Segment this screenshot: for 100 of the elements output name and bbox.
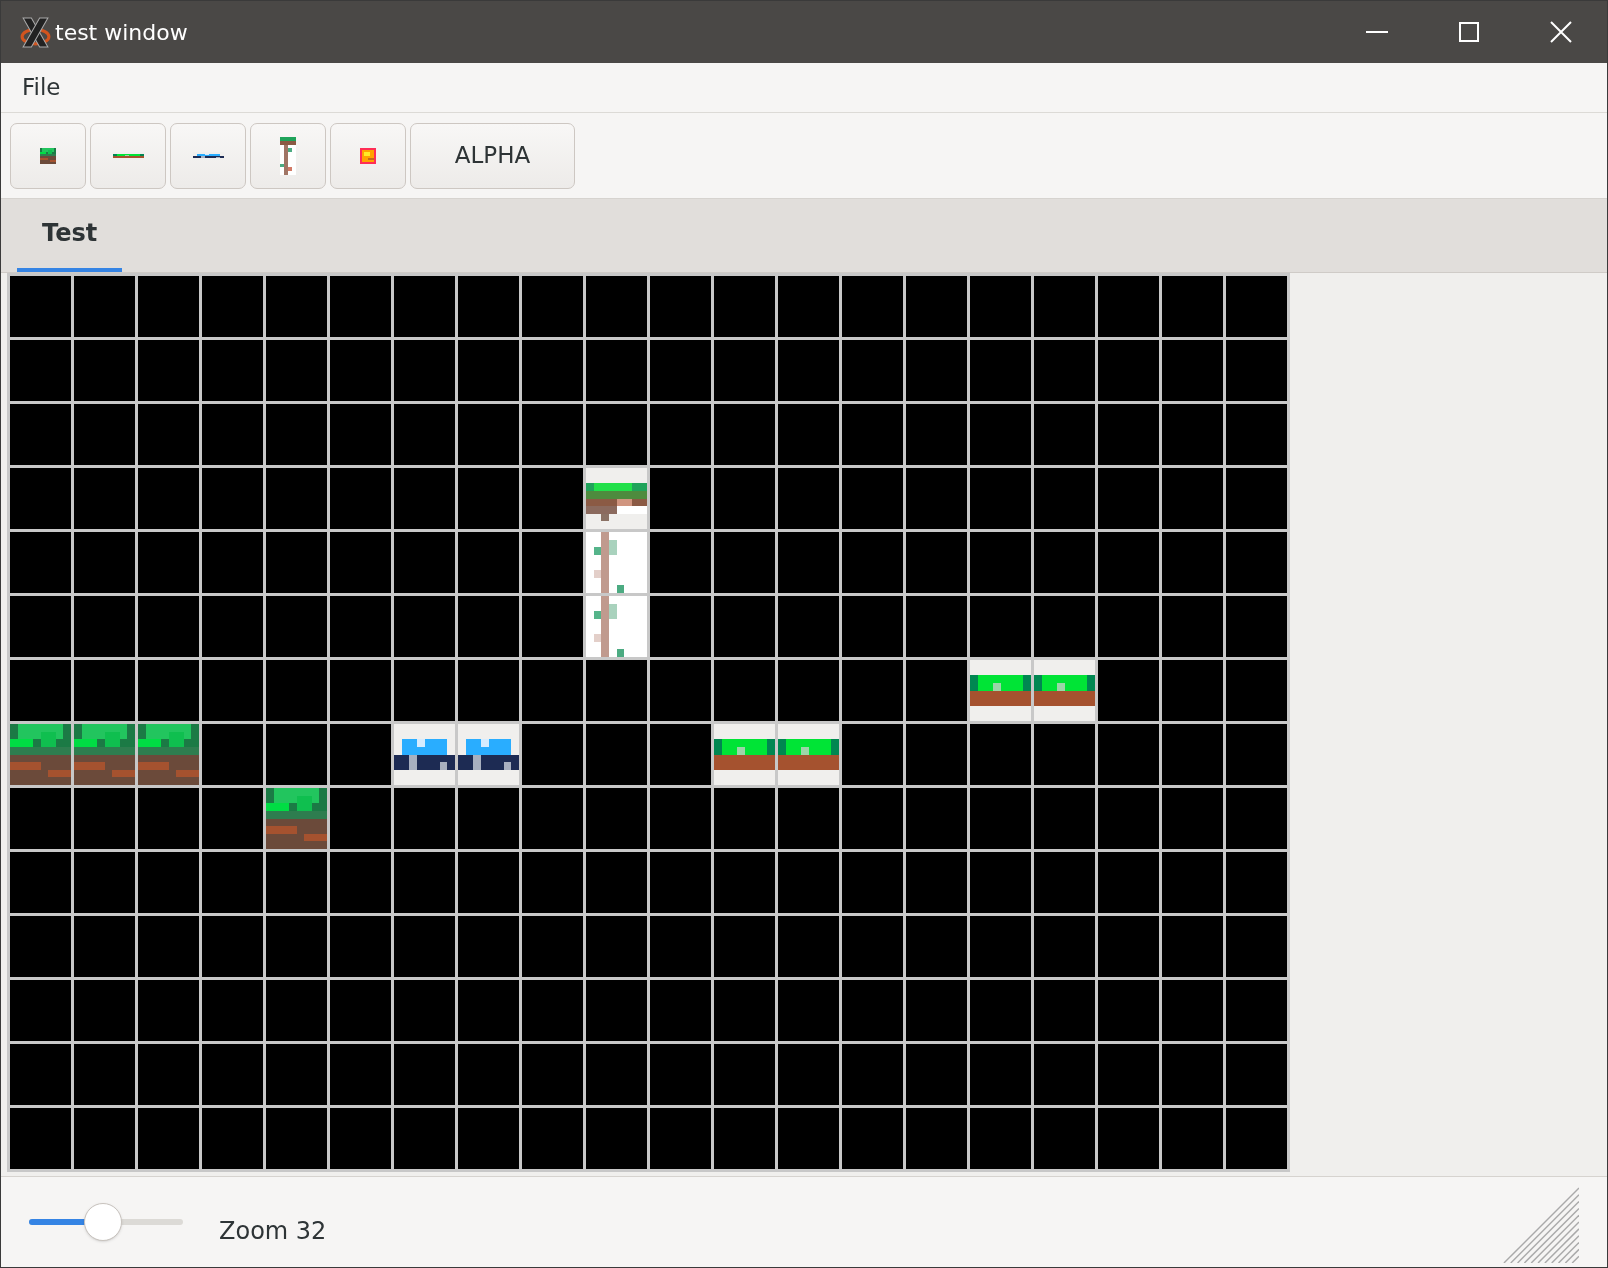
grid-cell[interactable]: [1226, 788, 1287, 849]
grid-cell[interactable]: [970, 1044, 1031, 1105]
grid-cell[interactable]: [394, 276, 455, 337]
grid-cell[interactable]: [1162, 276, 1223, 337]
grid-cell[interactable]: [458, 1108, 519, 1169]
grid-cell[interactable]: [202, 276, 263, 337]
grid-cell[interactable]: [74, 1044, 135, 1105]
grid-cell[interactable]: [394, 468, 455, 529]
grid-cell[interactable]: [586, 724, 647, 785]
grid-cell[interactable]: [394, 916, 455, 977]
grid-cell[interactable]: [714, 596, 775, 657]
grid-cell[interactable]: [74, 468, 135, 529]
grid-cell[interactable]: [74, 660, 135, 721]
grid-cell[interactable]: [650, 1044, 711, 1105]
grid-cell[interactable]: [906, 532, 967, 593]
grid-cell[interactable]: [1034, 532, 1095, 593]
grid-cell[interactable]: [842, 532, 903, 593]
grid-cell[interactable]: [138, 340, 199, 401]
grid-cell[interactable]: [522, 1044, 583, 1105]
grid-cell[interactable]: [1034, 916, 1095, 977]
grid-cell[interactable]: [266, 916, 327, 977]
grid-cell[interactable]: [842, 1108, 903, 1169]
grid-cell[interactable]: [10, 916, 71, 977]
grid-cell[interactable]: [522, 788, 583, 849]
grid-cell[interactable]: [138, 532, 199, 593]
grid-cell[interactable]: [842, 468, 903, 529]
grid-cell[interactable]: [650, 852, 711, 913]
grid-cell[interactable]: [74, 980, 135, 1041]
grid-cell[interactable]: [522, 340, 583, 401]
grid-cell[interactable]: [138, 1044, 199, 1105]
grid-cell[interactable]: [394, 404, 455, 465]
grid-cell[interactable]: [906, 276, 967, 337]
grid-cell[interactable]: [650, 788, 711, 849]
grid-cell[interactable]: [842, 404, 903, 465]
grid-cell[interactable]: [1162, 404, 1223, 465]
grid-cell[interactable]: [778, 340, 839, 401]
grid-cell[interactable]: [330, 852, 391, 913]
grid-cell[interactable]: [1034, 340, 1095, 401]
grid-cell[interactable]: [394, 596, 455, 657]
grid-cell[interactable]: [1226, 1044, 1287, 1105]
grid-cell[interactable]: [650, 532, 711, 593]
grid-cell[interactable]: [1162, 468, 1223, 529]
grid-cell[interactable]: [394, 340, 455, 401]
grid-cell[interactable]: [458, 340, 519, 401]
grid-cell[interactable]: [1226, 596, 1287, 657]
grid-cell[interactable]: [714, 852, 775, 913]
grid-cell[interactable]: [266, 596, 327, 657]
grid-cell[interactable]: [906, 852, 967, 913]
grid-cell[interactable]: [522, 916, 583, 977]
grid-cell[interactable]: [1162, 724, 1223, 785]
grid-cell[interactable]: [266, 276, 327, 337]
grid-cell[interactable]: [522, 532, 583, 593]
grid-cell[interactable]: [970, 724, 1031, 785]
grid-cell[interactable]: [1034, 276, 1095, 337]
grid-cell[interactable]: [330, 532, 391, 593]
grid-cell[interactable]: [906, 788, 967, 849]
grid-cell[interactable]: [1098, 788, 1159, 849]
grid-cell[interactable]: [778, 1108, 839, 1169]
grid-cell[interactable]: [266, 1044, 327, 1105]
grid-cell[interactable]: [522, 852, 583, 913]
grid-cell[interactable]: [1162, 532, 1223, 593]
grid-cell[interactable]: [330, 1108, 391, 1169]
grid-cell[interactable]: [202, 788, 263, 849]
grid-cell[interactable]: [842, 340, 903, 401]
grid-cell[interactable]: [714, 276, 775, 337]
resize-grip-icon[interactable]: [1501, 1185, 1579, 1263]
grid-cell[interactable]: [778, 980, 839, 1041]
grid-cell[interactable]: [266, 980, 327, 1041]
grid-cell[interactable]: [330, 404, 391, 465]
grid-cell[interactable]: [330, 468, 391, 529]
grid-cell[interactable]: [458, 596, 519, 657]
grid-cell[interactable]: [394, 980, 455, 1041]
grid-cell[interactable]: [1162, 596, 1223, 657]
grid-cell[interactable]: [906, 980, 967, 1041]
grid-cell[interactable]: [1034, 596, 1095, 657]
grid-cell[interactable]: [330, 660, 391, 721]
grid-cell[interactable]: [138, 660, 199, 721]
grid-cell[interactable]: [650, 660, 711, 721]
grid-cell[interactable]: [650, 340, 711, 401]
grid-cell[interactable]: [906, 660, 967, 721]
grid-cell[interactable]: [778, 788, 839, 849]
grid-cell[interactable]: [1098, 340, 1159, 401]
slider-thumb[interactable]: [83, 1203, 122, 1241]
grid-cell[interactable]: [330, 980, 391, 1041]
grid-cell[interactable]: [778, 916, 839, 977]
grid-cell[interactable]: [650, 404, 711, 465]
grid-cell[interactable]: [138, 404, 199, 465]
grid-cell[interactable]: [778, 596, 839, 657]
grid-cell[interactable]: [778, 276, 839, 337]
grid-cell[interactable]: [586, 788, 647, 849]
grid-cell[interactable]: [202, 340, 263, 401]
grid-cell[interactable]: [1098, 468, 1159, 529]
grid-cell[interactable]: [970, 468, 1031, 529]
grid-cell[interactable]: [1034, 852, 1095, 913]
grid-cell[interactable]: [842, 788, 903, 849]
toolbar-button[interactable]: ALPHA: [410, 122, 575, 189]
grid-cell[interactable]: [1098, 980, 1159, 1041]
grid-cell[interactable]: [714, 1044, 775, 1105]
grid-cell[interactable]: [394, 532, 455, 593]
grid-cell[interactable]: [586, 404, 647, 465]
